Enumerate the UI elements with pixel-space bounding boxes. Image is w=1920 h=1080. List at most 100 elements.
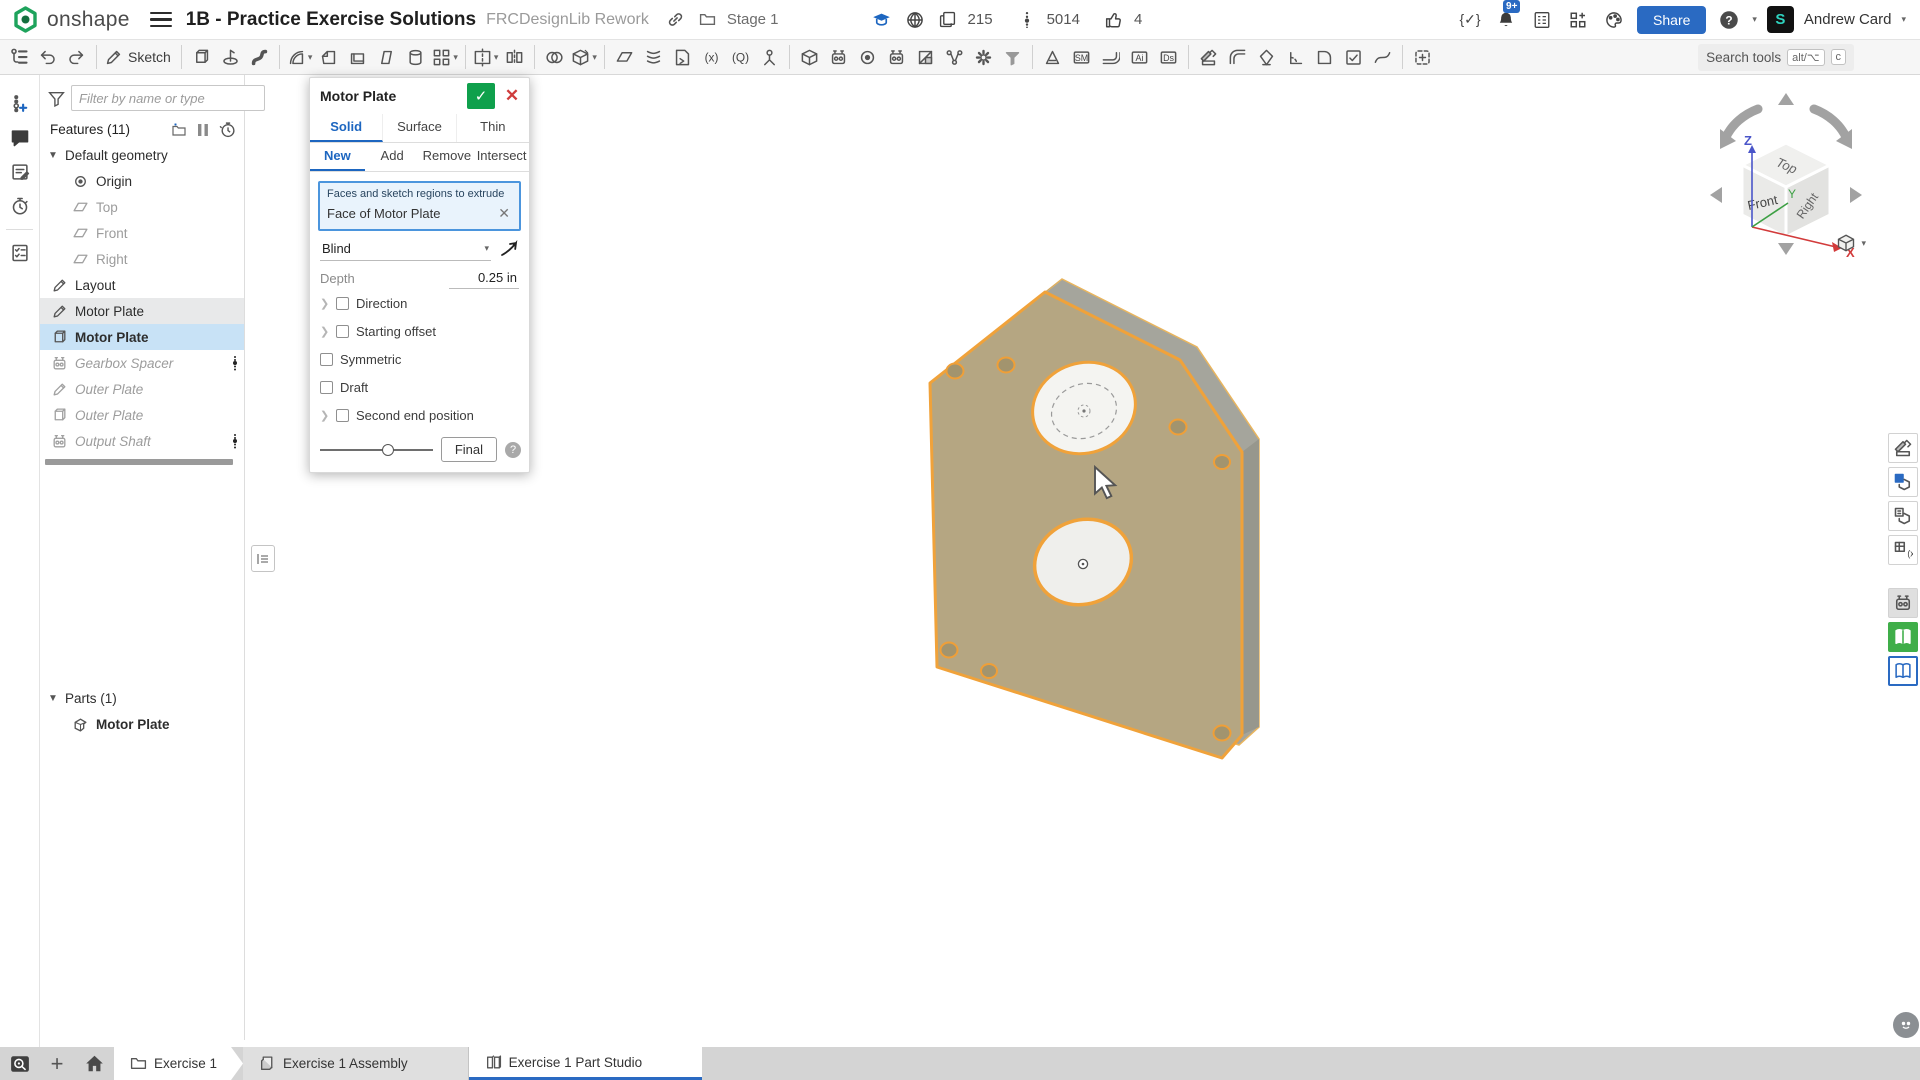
feature-filter-input[interactable] <box>71 85 265 111</box>
redo-tool-button[interactable] <box>62 43 91 72</box>
feature-row-motor-plate[interactable]: Motor Plate <box>40 298 244 324</box>
settings-gear-tool-button[interactable] <box>969 43 998 72</box>
help-assistant-button[interactable] <box>1893 1012 1919 1038</box>
blue-doc-panel-button[interactable] <box>1888 656 1918 686</box>
fillet-caret-icon[interactable]: ▾ <box>308 52 313 63</box>
flange-tool-button[interactable] <box>1096 43 1125 72</box>
fillet-tool-button[interactable]: ▾ <box>285 43 315 72</box>
ai-tool-tool-button[interactable]: Ai <box>1125 43 1154 72</box>
mate-connector-tool-button[interactable] <box>755 43 784 72</box>
link-icon[interactable] <box>663 7 689 33</box>
split-tool-button[interactable]: ▾ <box>471 43 501 72</box>
mirror-tool-button[interactable] <box>500 43 529 72</box>
custom-feature-2-tool-button[interactable] <box>882 43 911 72</box>
user-menu-caret-icon[interactable]: ▾ <box>1901 14 1906 25</box>
plane-tool-button[interactable] <box>610 43 639 72</box>
clear-selection-icon[interactable]: ✕ <box>496 205 512 222</box>
flip-direction-icon[interactable] <box>499 240 519 258</box>
appearance-tool-button[interactable] <box>1194 43 1223 72</box>
feature-handle-icon[interactable] <box>232 355 244 371</box>
notes-panel-button[interactable] <box>0 155 40 189</box>
appearance-panel-button[interactable] <box>1888 433 1918 463</box>
feature-row-right[interactable]: Right <box>40 246 244 272</box>
add-folder-icon[interactable] <box>169 122 187 138</box>
theme-palette-icon[interactable] <box>1601 7 1627 33</box>
task-list-icon[interactable] <box>1529 7 1555 33</box>
dialog-help-icon[interactable]: ? <box>505 442 521 458</box>
doc-tab-exercise-1[interactable]: Exercise 1 <box>114 1047 243 1080</box>
slider-knob[interactable] <box>382 444 394 456</box>
help-caret-icon[interactable]: ▾ <box>1752 14 1757 25</box>
feature-list-toggle-icon[interactable] <box>4 43 33 72</box>
insert-frame-tool-button[interactable] <box>1408 43 1437 72</box>
variables-studio-panel-button[interactable] <box>0 87 40 121</box>
suppress-pause-icon[interactable] <box>197 123 209 137</box>
search-tools[interactable]: Search tools alt/⌥ c <box>1698 44 1854 71</box>
end-condition-select[interactable]: Blind ▾ <box>320 237 491 261</box>
transform-caret-icon[interactable]: ▾ <box>592 52 597 63</box>
part-row-motor-plate[interactable]: Motor Plate <box>40 711 244 737</box>
linear-pattern-caret-icon[interactable]: ▾ <box>453 52 458 63</box>
selection-box[interactable]: Faces and sketch regions to extrude Face… <box>318 181 521 231</box>
point-tool-button[interactable] <box>853 43 882 72</box>
undo-tool-button[interactable] <box>33 43 62 72</box>
robot-panel-button[interactable] <box>1888 588 1918 618</box>
plate-right-side-face[interactable] <box>1242 439 1259 735</box>
doc-tab-exercise-1-part-studio[interactable]: Exercise 1 Part Studio <box>469 1047 703 1080</box>
feature-panel-flyout-handle[interactable] <box>251 545 275 572</box>
share-button[interactable]: Share <box>1637 6 1706 34</box>
hole-tool-button[interactable] <box>401 43 430 72</box>
boolean-tool-button[interactable] <box>540 43 569 72</box>
sweep-tool-button[interactable] <box>245 43 274 72</box>
filter-funnel-icon[interactable] <box>48 90 65 107</box>
linear-pattern-tool-button[interactable]: ▾ <box>430 43 460 72</box>
featurescript-search-tool-button[interactable]: (Q) <box>726 43 755 72</box>
named-views-panel-button[interactable] <box>1888 467 1918 497</box>
notifications-bell-icon[interactable]: 9+ <box>1493 7 1519 33</box>
measure-tool-button[interactable] <box>1038 43 1067 72</box>
design-standard-tool-button[interactable]: Ds <box>1154 43 1183 72</box>
shell-tool-button[interactable] <box>343 43 372 72</box>
tasks-panel-button[interactable] <box>0 236 40 270</box>
versions-icon[interactable]: {✓} <box>1457 7 1483 33</box>
followers-icon[interactable] <box>1014 7 1040 33</box>
comments-panel-button[interactable] <box>0 121 40 155</box>
variable-tool-button[interactable]: (x) <box>697 43 726 72</box>
extrude-tool-button[interactable] <box>187 43 216 72</box>
green-doc-panel-button[interactable] <box>1888 622 1918 652</box>
feature-table-panel-button[interactable]: (x) <box>1888 535 1918 565</box>
chevron-down-icon[interactable]: ▼ <box>48 693 58 704</box>
help-icon[interactable]: ? <box>1716 7 1742 33</box>
sketch-check-tool-button[interactable] <box>1339 43 1368 72</box>
revolve-tool-button[interactable] <box>216 43 245 72</box>
tab-thin[interactable]: Thin <box>457 114 529 142</box>
breadcrumb-folder-label[interactable]: Stage 1 <box>727 11 779 28</box>
user-name[interactable]: Andrew Card <box>1804 11 1892 28</box>
feature-row-motor-plate[interactable]: Motor Plate <box>40 324 244 350</box>
feature-row-front[interactable]: Front <box>40 220 244 246</box>
avatar[interactable]: S <box>1767 6 1794 33</box>
expander-chevron-icon[interactable]: ❯ <box>320 297 329 310</box>
feature-row-outer-plate[interactable]: Outer Plate <box>40 376 244 402</box>
final-button[interactable]: Final <box>441 437 497 462</box>
breadcrumb[interactable]: Stage 1 <box>663 7 779 33</box>
feature-row-outer-plate[interactable]: Outer Plate <box>40 402 244 428</box>
surface-trim-tool-button[interactable] <box>1310 43 1339 72</box>
draft-checkbox[interactable] <box>320 381 333 394</box>
main-menu-icon[interactable] <box>150 9 172 31</box>
expander-chevron-icon[interactable]: ❯ <box>320 325 329 338</box>
transform-tool-button[interactable]: ▾ <box>569 43 599 72</box>
draft-tool-button[interactable] <box>372 43 401 72</box>
tolerance-tool-button[interactable] <box>1252 43 1281 72</box>
corner-tool-button[interactable] <box>1281 43 1310 72</box>
doc-tab-exercise-1-assembly[interactable]: Exercise 1 Assembly <box>243 1047 469 1080</box>
feature-row-default-geometry[interactable]: ▼Default geometry <box>40 142 244 168</box>
bend-tool-button[interactable] <box>1223 43 1252 72</box>
boolean-tab-remove[interactable]: Remove <box>420 143 475 171</box>
app-store-icon[interactable] <box>1565 7 1591 33</box>
curve-tool-button[interactable] <box>1368 43 1397 72</box>
new-tab-button[interactable]: + <box>40 1047 74 1080</box>
derived-tool-button[interactable] <box>668 43 697 72</box>
view-options-menu[interactable]: ▾ <box>1836 233 1866 253</box>
home-tab-icon[interactable] <box>74 1047 114 1080</box>
